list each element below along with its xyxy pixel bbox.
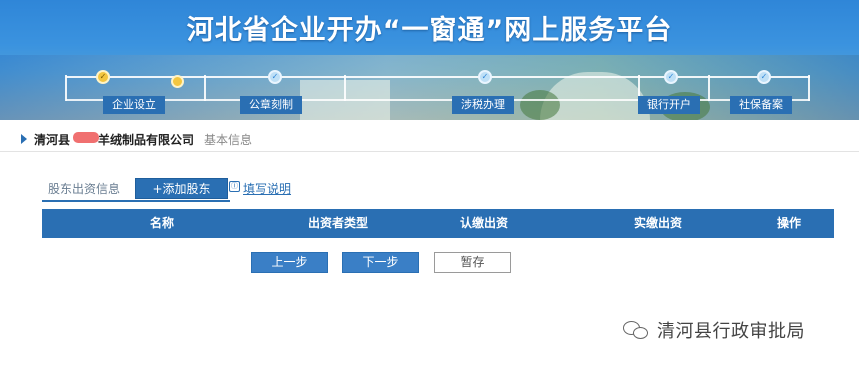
watermark-text: 清河县行政审批局 <box>657 321 805 342</box>
platform-title: 河北省企业开办“一窗通”网上服务平台 <box>186 15 673 46</box>
step-3-check-icon: ✓ <box>478 70 492 84</box>
progress-tick <box>65 75 67 101</box>
tab-underline <box>42 200 230 202</box>
section-marker-icon <box>21 134 27 144</box>
save-draft-button[interactable]: 暂存 <box>434 252 511 273</box>
next-step-button[interactable]: 下一步 <box>342 252 419 273</box>
progress-tick <box>344 75 346 101</box>
progress-tick <box>808 75 810 101</box>
company-name: 清河县 羊绒制品有限公司 <box>34 131 194 148</box>
company-name-suffix: 羊绒制品有限公司 <box>98 133 195 147</box>
book-icon[interactable]: Ⓘ <box>229 181 240 192</box>
column-header-actions: 操作 <box>777 216 802 230</box>
column-header-paid-in: 实缴出资 <box>634 216 683 230</box>
step-1-sub-icon <box>171 75 184 88</box>
company-name-prefix: 清河县 <box>34 133 71 147</box>
header-banner: 河北省企业开办“一窗通”网上服务平台 ✓ ✓ ✓ ✓ ✓ 企业设立 公章刻制 涉… <box>0 0 859 120</box>
add-shareholder-button[interactable]: +添加股东 <box>135 178 228 199</box>
fill-guide-link[interactable]: 填写说明 <box>243 180 291 197</box>
progress-tick <box>708 75 710 101</box>
step-2-check-icon: ✓ <box>268 70 282 84</box>
redaction-mark <box>73 132 99 143</box>
banner-tree <box>520 90 560 120</box>
step-label-company-setup[interactable]: 企业设立 <box>103 96 165 114</box>
step-4-check-icon: ✓ <box>664 70 678 84</box>
shareholder-table-header: 名称 出资者类型 认缴出资 实缴出资 操作 <box>42 209 834 238</box>
column-header-subscribed: 认缴出资 <box>460 216 509 230</box>
wechat-watermark: 清河县行政审批局 <box>623 318 805 342</box>
prev-step-button[interactable]: 上一步 <box>251 252 328 273</box>
step-1-check-icon: ✓ <box>96 70 110 84</box>
column-header-investor-type: 出资者类型 <box>308 216 369 230</box>
wechat-icon <box>623 319 651 341</box>
tab-shareholder-info[interactable]: 股东出资信息 <box>48 180 120 197</box>
step-5-check-icon: ✓ <box>757 70 771 84</box>
company-bar: 清河县 羊绒制品有限公司 基本信息 <box>0 126 859 152</box>
step-label-bank-account[interactable]: 银行开户 <box>638 96 700 114</box>
step-label-tax[interactable]: 涉税办理 <box>452 96 514 114</box>
column-header-name: 名称 <box>150 216 175 230</box>
step-label-seal-engraving[interactable]: 公章刻制 <box>240 96 302 114</box>
progress-tick <box>204 75 206 101</box>
step-label-social-security[interactable]: 社保备案 <box>730 96 792 114</box>
section-basic-info[interactable]: 基本信息 <box>204 131 252 148</box>
